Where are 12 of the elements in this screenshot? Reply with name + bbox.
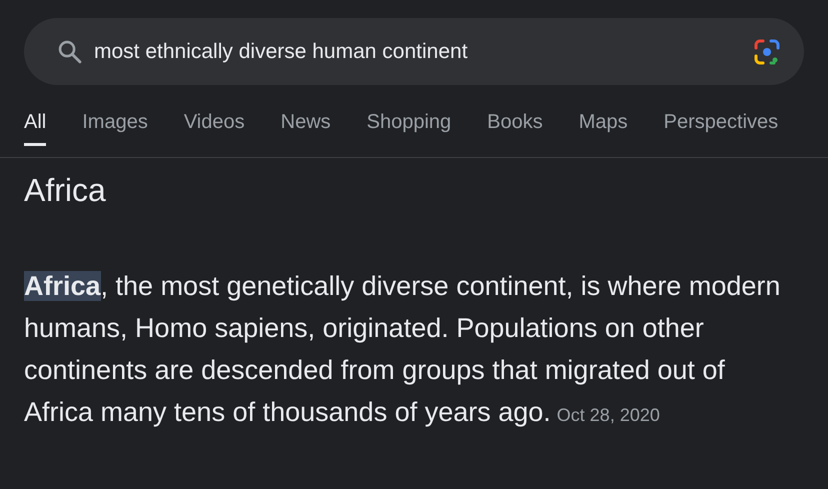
tab[interactable]: All [24,111,46,146]
search-field[interactable]: most ethnically diverse human continent [24,18,804,85]
tab[interactable]: Perspectives [664,111,778,146]
camera-icon[interactable] [752,36,782,66]
answer-title: Africa [24,172,106,209]
tab[interactable]: Shopping [366,111,452,146]
tab[interactable]: Videos [184,111,245,146]
snippet-text: Africa, the most genetically diverse continent, is where modern humans, Homo sapiens, originated. Populations on other continents are descended from groups that migrated out of Africa many tens of thousands of years ago. Oct 28, 2020 [24,270,782,429]
tab[interactable]: Books [487,111,543,146]
tab[interactable]: News [280,111,331,146]
tab[interactable]: Maps [578,111,628,146]
tab[interactable]: Images [82,111,148,146]
